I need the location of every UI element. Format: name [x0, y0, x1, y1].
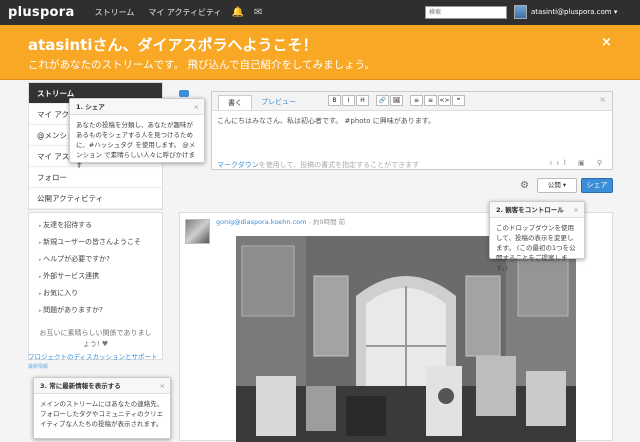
heading-button[interactable]: H: [356, 95, 369, 106]
pager-indicator: [179, 90, 189, 97]
chevron-down-icon: ▾: [613, 8, 618, 16]
post-timestamp: - 約9時間 前: [306, 218, 346, 226]
close-icon[interactable]: ×: [194, 99, 199, 115]
composer-tabs: 書く プレビュー B I H 🔗 🖼 ≡ ≡ <> ❝: [212, 92, 612, 111]
report-problem-link[interactable]: 問題がありますか?: [29, 302, 162, 319]
external-services-link[interactable]: 外部サービス連携: [29, 268, 162, 285]
welcome-new-users-link[interactable]: 新規ユーザーの皆さんようこそ: [29, 234, 162, 251]
tip-share-header: 1. シェア ×: [70, 99, 204, 115]
bullet-list-button[interactable]: ≡: [410, 95, 423, 106]
quote-button[interactable]: ❝: [452, 95, 465, 106]
invite-friends-link[interactable]: 友達を招待する: [29, 217, 162, 234]
avatar[interactable]: [514, 5, 527, 19]
markdown-hint-text: を使用して、投稿の書式を指定することができます: [258, 161, 420, 169]
welcome-title: atasintiさん、ダイアスポラへようこそ！: [28, 36, 318, 54]
search-input[interactable]: 検索: [425, 6, 507, 19]
tip-audience-title: 2. 観客をコントロール: [496, 206, 564, 214]
gear-icon[interactable]: ⚙: [520, 180, 529, 191]
user-email: atasinti@pluspora.com: [531, 8, 612, 16]
bookmarks-link[interactable]: お気に入り: [29, 285, 162, 302]
tab-write[interactable]: 書く: [218, 95, 252, 110]
share-button[interactable]: シェア: [581, 178, 613, 193]
project-discussion-label[interactable]: プロジェクトのディスカッションとサポート: [28, 352, 163, 362]
tip-stay-updated-header: 3. 常に最新情報を表示する ×: [34, 378, 170, 394]
project-discussion-link[interactable]: プロジェクトのディスカッションとサポート 最新情報: [28, 352, 163, 372]
numbered-list-button[interactable]: ≡: [424, 95, 437, 106]
site-logo[interactable]: pluspora: [8, 5, 75, 20]
composer-textarea[interactable]: こんにちはみなさん、私は初心者です。 #photo に興味があります。: [217, 116, 435, 126]
markdown-hint: マークダウンを使用して、投稿の書式を指定することができます: [217, 160, 419, 170]
sidebar-links: 友達を招待する 新規ユーザーの皆さんようこそ ヘルプが必要ですか? 外部サービス…: [28, 212, 163, 360]
welcome-banner: atasintiさん、ダイアスポラへようこそ！ これがあなたのストリームです。 …: [0, 25, 640, 80]
tip-audience-body: このドロップダウンを使用して、投稿の表示を変更します。 (この最初の1つを公開す…: [496, 224, 576, 272]
close-icon[interactable]: ×: [574, 202, 579, 218]
tip-share: 1. シェア × あなたの投稿を分類し、あなたが趣味があるものをシェアする人を見つ…: [69, 98, 205, 169]
link-button[interactable]: 🔗: [376, 95, 389, 106]
mail-icon[interactable]: ✉: [254, 0, 262, 25]
post-author-name[interactable]: gonig@diaspora.koehn.com: [216, 218, 306, 226]
close-icon[interactable]: ×: [599, 95, 606, 104]
bell-icon[interactable]: 🔔: [232, 0, 244, 25]
italic-button[interactable]: I: [342, 95, 355, 106]
nav-stream[interactable]: ストリーム: [95, 7, 135, 18]
bold-button[interactable]: B: [328, 95, 341, 106]
image-button[interactable]: 🖼: [390, 95, 403, 106]
top-nav: ストリーム マイ アクティビティ: [95, 7, 222, 18]
close-icon[interactable]: ×: [160, 378, 165, 394]
project-sub-label: 最新情報: [28, 364, 49, 370]
code-button[interactable]: <>: [438, 95, 451, 106]
tip-share-title: 1. シェア: [76, 103, 105, 111]
markdown-link[interactable]: マークダウン: [217, 161, 259, 169]
help-link[interactable]: ヘルプが必要ですか?: [29, 251, 162, 268]
user-menu[interactable]: atasinti@pluspora.com ▾: [531, 0, 617, 25]
tip-share-body: あなたの投稿を分類し、あなたが趣味があるものをシェアする人を見つけるために、#ハ…: [76, 121, 196, 169]
sidebar-item-public-activity[interactable]: 公開アクティビティ: [29, 188, 162, 209]
nav-my-activity[interactable]: マイ アクティビティ: [148, 7, 221, 18]
post-author: gonig@diaspora.koehn.com - 約9時間 前: [216, 216, 345, 226]
visibility-dropdown[interactable]: 公開 ▾: [537, 178, 577, 193]
welcome-subtitle: これがあなたのストリームです。 飛び込んで自己紹介をしてみましょう。: [28, 59, 376, 71]
tip-stay-updated-title: 3. 常に最新情報を表示する: [40, 382, 121, 390]
close-icon[interactable]: ×: [601, 35, 612, 50]
post-author-avatar[interactable]: [185, 219, 210, 244]
tip-audience-header: 2. 観客をコントロール ×: [490, 202, 584, 218]
composer-tool-icons[interactable]: ııl ▣ ⚲: [550, 159, 607, 167]
tip-stay-updated-body: メインのストリームにはあなたの連絡先、フォローしたタグやコミュニティのクリエイテ…: [40, 400, 164, 428]
tip-stay-updated: 3. 常に最新情報を表示する × メインのストリームにはあなたの連絡先、フォローし…: [33, 377, 171, 439]
post-composer: 書く プレビュー B I H 🔗 🖼 ≡ ≡ <> ❝ × こんにちはみなさん、…: [211, 91, 613, 170]
tab-preview[interactable]: プレビュー: [252, 95, 305, 110]
tip-audience: 2. 観客をコントロール × このドロップダウンを使用して、投稿の表示を変更します…: [489, 201, 585, 272]
